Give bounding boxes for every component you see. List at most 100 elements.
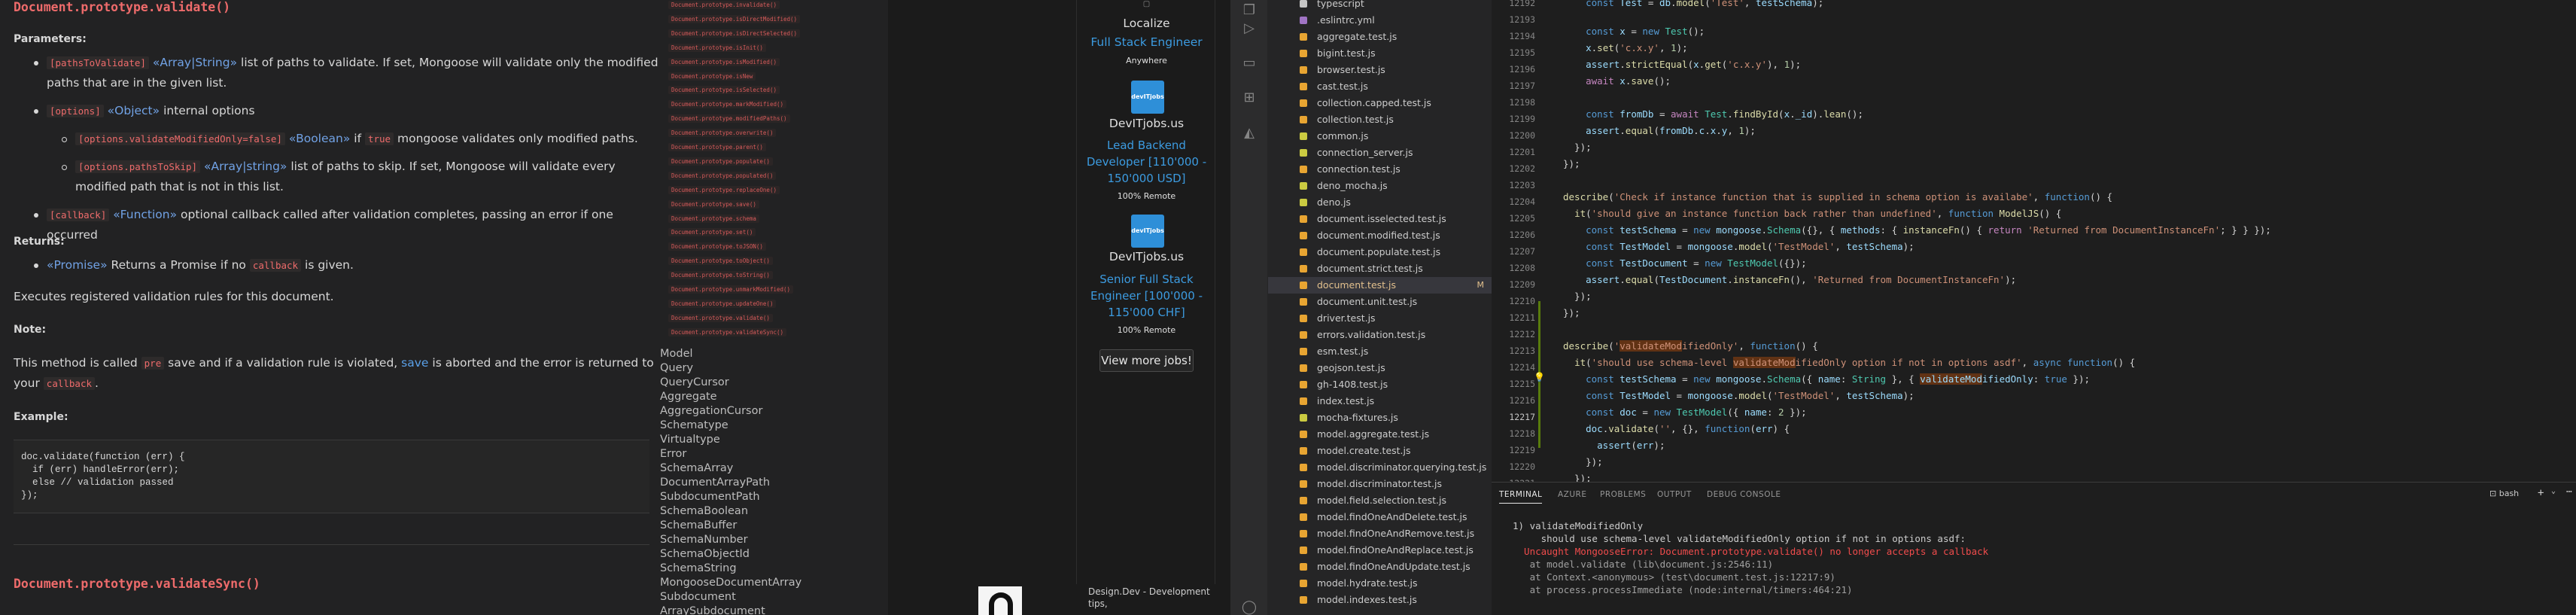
- new-terminal-icon[interactable]: +: [2538, 487, 2544, 499]
- sidebar-method-link[interactable]: Document.prototype.isDirectSelected(): [668, 29, 801, 38]
- sidebar-nav-item[interactable]: MongooseDocumentArray: [660, 577, 801, 589]
- explorer-file-item[interactable]: deno.js: [1268, 194, 1492, 211]
- sidebar-nav-item[interactable]: SchemaString: [660, 562, 737, 574]
- explorer-file-item[interactable]: model.findOneAndRemove.test.js: [1268, 525, 1492, 542]
- explorer-file-item[interactable]: esm.test.js: [1268, 343, 1492, 360]
- sidebar-method-link[interactable]: Document.prototype.populated(): [668, 171, 777, 180]
- job-role[interactable]: Full Stack Engineer: [1077, 35, 1216, 49]
- sidebar-nav-item[interactable]: SchemaBuffer: [660, 519, 737, 531]
- job-role[interactable]: Senior Full Stack Engineer [100'000 - 11…: [1077, 271, 1216, 321]
- explorer-file-item[interactable]: collection.test.js: [1268, 111, 1492, 128]
- devitjobs-logo-icon[interactable]: devITjobs: [1131, 81, 1164, 114]
- explorer-file-item[interactable]: .eslintrc.yml: [1268, 12, 1492, 29]
- sidebar-method-link[interactable]: Document.prototype.overwrite(): [668, 129, 777, 138]
- explorer-file-item[interactable]: model.aggregate.test.js: [1268, 426, 1492, 443]
- more-actions-icon[interactable]: ⋯: [2566, 486, 2572, 498]
- sidebar-method-link[interactable]: Document.prototype.isModified(): [668, 57, 780, 66]
- job-role[interactable]: Lead Backend Developer [110'000 - 150'00…: [1077, 137, 1216, 187]
- sidebar-method-link[interactable]: Document.prototype.unmarkModified(): [668, 285, 794, 294]
- tab-problems[interactable]: PROBLEMS: [1600, 490, 1646, 499]
- sidebar-method-link[interactable]: Document.prototype.parent(): [668, 143, 766, 151]
- sidebar-method-link[interactable]: Document.prototype.validateSync(): [668, 327, 787, 336]
- sidebar-method-link[interactable]: Document.prototype.validate(): [668, 313, 773, 322]
- lightbulb-icon[interactable]: 💡: [1534, 372, 1545, 382]
- explorer-file-item[interactable]: model.findOneAndReplace.test.js: [1268, 542, 1492, 559]
- sidebar-method-link[interactable]: Document.prototype.schema: [668, 214, 759, 223]
- explorer-file-item[interactable]: model.hydrate.test.js: [1268, 575, 1492, 592]
- explorer-file-item[interactable]: document.isselected.test.js: [1268, 211, 1492, 227]
- tab-azure[interactable]: AZURE: [1558, 490, 1587, 499]
- sidebar-method-link[interactable]: Document.prototype.markModified(): [668, 100, 787, 109]
- designdev-logo-icon[interactable]: [978, 586, 1022, 615]
- promo-banner[interactable]: Design.Dev - Development tips,: [978, 584, 1227, 615]
- sidebar-nav-item[interactable]: SchemaObjectId: [660, 548, 750, 560]
- tab-debug-console[interactable]: DEBUG CONSOLE: [1707, 490, 1781, 499]
- explorer-file-item[interactable]: model.discriminator.querying.test.js: [1268, 459, 1492, 476]
- sidebar-nav-item[interactable]: SubdocumentPath: [660, 491, 760, 503]
- explorer-file-item[interactable]: document.strict.test.js: [1268, 260, 1492, 277]
- explorer-file-item[interactable]: typescript: [1268, 0, 1492, 12]
- explorer-file-item[interactable]: document.populate.test.js: [1268, 244, 1492, 260]
- sidebar-method-link[interactable]: Document.prototype.toObject(): [668, 257, 773, 266]
- explorer-file-item[interactable]: bigint.test.js: [1268, 45, 1492, 62]
- remote-explorer-icon[interactable]: ▭: [1240, 54, 1258, 72]
- sidebar-method-link[interactable]: Document.prototype.set(): [668, 228, 756, 237]
- sidebar-nav-item[interactable]: Subdocument: [660, 591, 736, 603]
- explorer-file-item[interactable]: document.test.js M: [1268, 277, 1492, 294]
- sidebar-method-link[interactable]: Document.prototype.save(): [668, 199, 759, 209]
- sidebar-method-link[interactable]: Document.prototype.modifiedPaths(): [668, 114, 790, 123]
- terminal-shell-selector[interactable]: ⊡ bash: [2489, 489, 2519, 498]
- sidebar-method-link[interactable]: Document.prototype.replaceOne(): [668, 185, 780, 194]
- explorer-file-item[interactable]: driver.test.js: [1268, 310, 1492, 327]
- explorer-file-item[interactable]: collection.capped.test.js: [1268, 95, 1492, 111]
- explorer-file-item[interactable]: document.modified.test.js: [1268, 227, 1492, 244]
- sidebar-nav-item[interactable]: Error: [660, 448, 686, 460]
- explorer-file-item[interactable]: model.create.test.js: [1268, 443, 1492, 459]
- explorer-file-item[interactable]: gh-1408.test.js: [1268, 376, 1492, 393]
- sidebar-nav-item[interactable]: SchemaNumber: [660, 534, 748, 546]
- account-icon[interactable]: ◯: [1240, 598, 1258, 615]
- sidebar-nav-item[interactable]: Query: [660, 362, 693, 374]
- sidebar-nav-item[interactable]: Virtualtype: [660, 434, 720, 446]
- explorer-file-item[interactable]: cast.test.js: [1268, 78, 1492, 95]
- sidebar-method-link[interactable]: Document.prototype.updateOne(): [668, 299, 777, 308]
- explorer-file-item[interactable]: model.findOneAndDelete.test.js: [1268, 509, 1492, 525]
- explorer-file-item[interactable]: model.field.selection.test.js: [1268, 492, 1492, 509]
- explorer-file-item[interactable]: document.unit.test.js: [1268, 294, 1492, 310]
- sidebar-method-link[interactable]: Document.prototype.isNew: [668, 72, 756, 81]
- chevron-down-icon[interactable]: ⌄: [2551, 487, 2556, 495]
- sidebar-method-link[interactable]: Document.prototype.populate(): [668, 157, 773, 166]
- devitjobs-logo-icon[interactable]: devITjobs: [1131, 215, 1164, 248]
- view-more-jobs-button[interactable]: View more jobs!: [1099, 349, 1194, 372]
- sidebar-nav-item[interactable]: Model: [660, 348, 693, 360]
- sidebar-nav-item[interactable]: AggregationCursor: [660, 405, 762, 417]
- sidebar-method-link[interactable]: Document.prototype.isSelected(): [668, 86, 780, 95]
- tab-terminal[interactable]: TERMINAL: [1499, 490, 1543, 504]
- sidebar-nav-item[interactable]: SchemaBoolean: [660, 505, 748, 517]
- sidebar-method-link[interactable]: Document.prototype.toString(): [668, 271, 773, 280]
- sidebar-method-link[interactable]: Document.prototype.isDirectModified(): [668, 14, 801, 23]
- sidebar-nav-item[interactable]: DocumentArrayPath: [660, 476, 770, 489]
- files-icon[interactable]: ❐: [1240, 2, 1258, 20]
- explorer-file-item[interactable]: deno_mocha.js: [1268, 178, 1492, 194]
- explorer-file-item[interactable]: browser.test.js: [1268, 62, 1492, 78]
- sidebar-method-link[interactable]: Document.prototype.invalidate(): [668, 1, 780, 9]
- sidebar-method-link[interactable]: Document.prototype.isInit(): [668, 43, 766, 52]
- job-company[interactable]: DevITjobs.us: [1077, 117, 1216, 130]
- method-heading-validatesync[interactable]: Document.prototype.validateSync(): [14, 577, 260, 591]
- sidebar-nav-item[interactable]: Aggregate: [660, 391, 717, 403]
- job-company[interactable]: DevITjobs.us: [1077, 250, 1216, 263]
- explorer-file-item[interactable]: mocha-fixtures.js: [1268, 409, 1492, 426]
- method-heading-validate[interactable]: Document.prototype.validate(): [14, 0, 230, 14]
- job-company[interactable]: Localize: [1077, 17, 1216, 30]
- explorer-file-item[interactable]: geojson.test.js: [1268, 360, 1492, 376]
- sidebar-nav-item[interactable]: QueryCursor: [660, 376, 729, 388]
- sidebar-nav-item[interactable]: Schematype: [660, 419, 728, 431]
- explorer-file-item[interactable]: errors.validation.test.js: [1268, 327, 1492, 343]
- sidebar-method-link[interactable]: Document.prototype.toJSON(): [668, 242, 766, 251]
- explorer-file-item[interactable]: index.test.js: [1268, 393, 1492, 409]
- explorer-file-item[interactable]: model.findOneAndUpdate.test.js: [1268, 559, 1492, 575]
- explorer-file-item[interactable]: common.js: [1268, 128, 1492, 145]
- sidebar-nav-item[interactable]: ArraySubdocument: [660, 605, 765, 615]
- explorer-file-item[interactable]: connection.test.js: [1268, 161, 1492, 178]
